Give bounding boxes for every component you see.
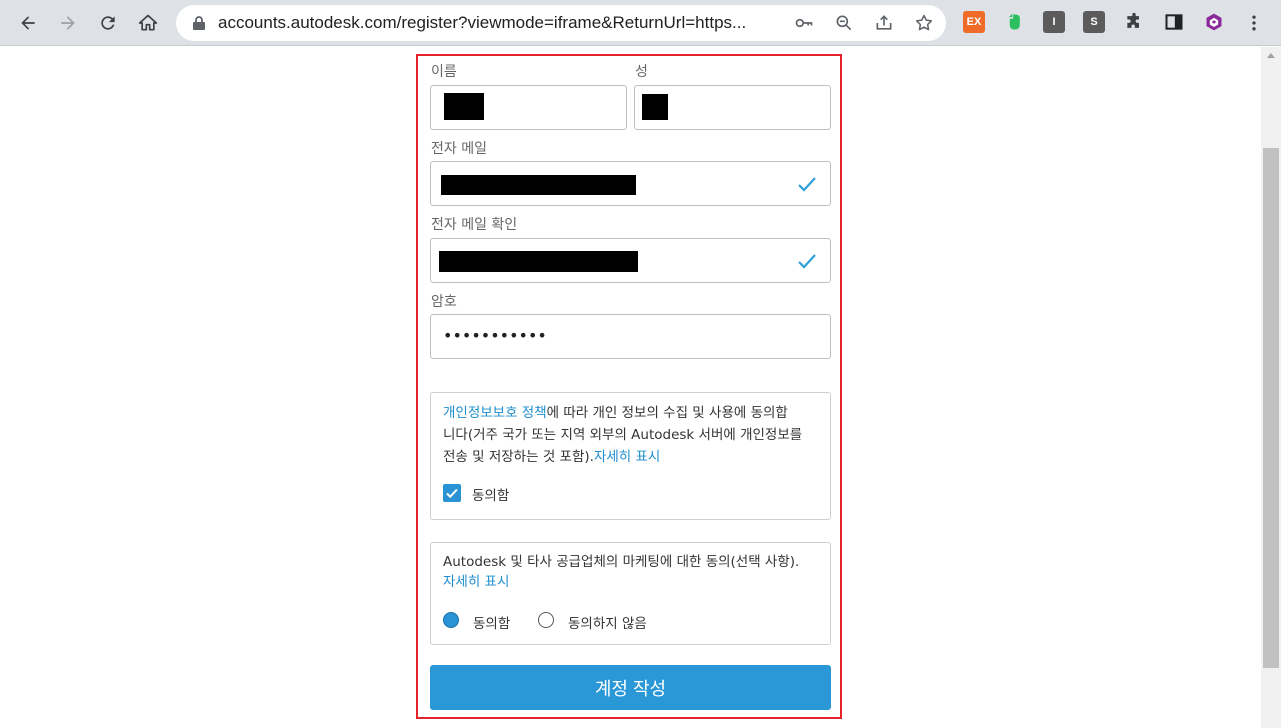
marketing-consent-text: Autodesk 및 타사 공급업체의 마케팅에 대한 동의(선택 사항). 자… [443,552,828,592]
create-account-button[interactable]: 계정 작성 [430,665,831,710]
star-icon[interactable] [912,11,936,35]
last-name-field[interactable] [634,85,831,130]
home-icon [138,14,158,31]
ex-extension-icon[interactable]: EX [963,11,985,33]
scroll-up-arrow-icon[interactable] [1267,53,1275,58]
marketing-more-link[interactable]: 자세히 표시 [443,574,509,590]
i-extension-label: I [1052,16,1056,28]
ex-extension-label: EX [966,16,982,28]
redacted-value [642,94,668,120]
arrow-left-icon [21,16,35,30]
puzzle-icon[interactable] [1123,11,1145,33]
privacy-text-2: 니다(거주 국가 또는 지역 외부의 Autodesk 서버에 개인정보를 [443,427,803,443]
redacted-value [441,175,636,195]
zoom-icon[interactable] [832,11,856,35]
url-text: accounts.autodesk.com/register?viewmode=… [218,13,747,32]
marketing-text: Autodesk 및 타사 공급업체의 마케팅에 대한 동의(선택 사항). [443,554,800,570]
menu-button[interactable] [1238,7,1270,39]
privacy-policy-link[interactable]: 개인정보보호 정책 [443,405,547,421]
s-extension-icon[interactable]: S [1083,11,1105,33]
reload-icon [101,16,115,30]
privacy-agree-checkbox[interactable] [443,484,461,502]
lock-icon [193,16,205,30]
valid-check-icon [798,177,816,192]
scroll-thumb[interactable] [1263,148,1279,668]
privacy-text-1: 에 따라 개인 정보의 수집 및 사용에 동의합 [546,405,788,421]
email-field[interactable] [430,161,831,206]
cube-extension-icon[interactable] [1203,11,1225,33]
password-value: ••••••••••• [443,326,547,345]
marketing-disagree-radio[interactable] [538,612,554,628]
i-extension-icon[interactable]: I [1043,11,1065,33]
first-name-field[interactable] [430,85,627,130]
share-icon[interactable] [872,11,896,35]
redacted-value [444,93,484,120]
more-vert-icon [1252,15,1256,31]
side-panel-icon[interactable] [1163,11,1185,33]
privacy-agree-label: 동의함 [472,488,510,504]
back-button[interactable] [12,7,44,39]
email-label: 전자 메일 [431,141,487,157]
forward-button[interactable] [52,7,84,39]
valid-check-icon [798,254,816,269]
marketing-agree-label: 동의함 [473,616,511,632]
browser-toolbar: accounts.autodesk.com/register?viewmode=… [0,0,1281,46]
privacy-more-link[interactable]: 자세히 표시 [594,449,660,465]
scrollbar[interactable] [1261,47,1281,728]
last-name-label: 성 [635,64,648,80]
checkmark-icon [446,488,458,499]
evernote-icon[interactable] [1003,11,1025,33]
password-field[interactable]: ••••••••••• [430,314,831,359]
marketing-consent-box: Autodesk 및 타사 공급업체의 마케팅에 대한 동의(선택 사항). 자… [430,542,831,645]
first-name-label: 이름 [431,64,457,80]
s-extension-label: S [1090,16,1098,28]
marketing-disagree-label: 동의하지 않음 [568,616,647,632]
arrow-right-icon [61,16,75,30]
email-confirm-label: 전자 메일 확인 [431,217,518,233]
key-icon[interactable] [792,11,816,35]
redacted-value [439,251,638,272]
reload-button[interactable] [92,7,124,39]
privacy-consent-box: 개인정보보호 정책에 따라 개인 정보의 수집 및 사용에 동의합 니다(거주 … [430,392,831,520]
home-button[interactable] [132,7,164,39]
privacy-consent-text: 개인정보보호 정책에 따라 개인 정보의 수집 및 사용에 동의합 니다(거주 … [443,402,823,468]
password-label: 암호 [431,294,457,310]
marketing-agree-radio[interactable] [443,612,459,628]
email-confirm-field[interactable] [430,238,831,283]
address-bar[interactable]: accounts.autodesk.com/register?viewmode=… [176,5,946,41]
privacy-text-3: 전송 및 저장하는 것 포함). [443,449,594,465]
